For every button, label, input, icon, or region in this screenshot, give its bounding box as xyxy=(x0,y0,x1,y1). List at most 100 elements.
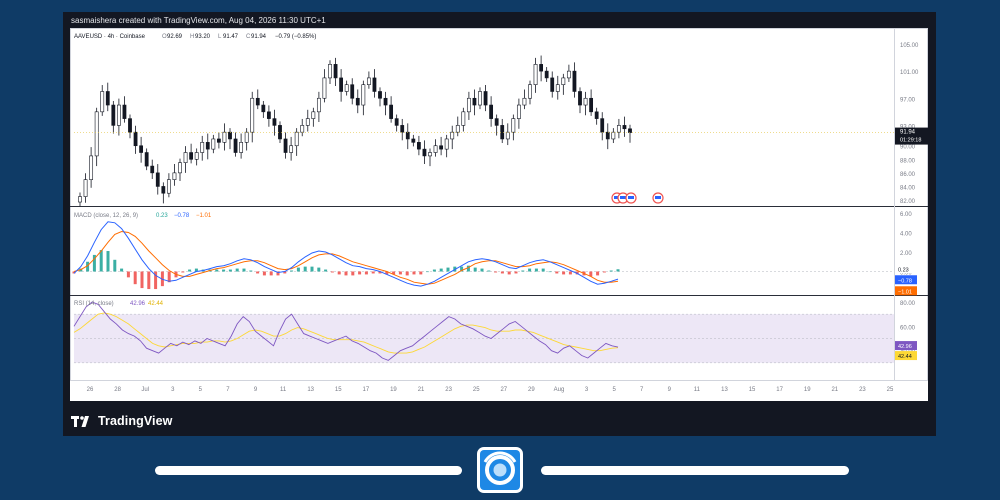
candle xyxy=(233,138,238,153)
candle xyxy=(361,84,366,106)
candle xyxy=(483,91,488,106)
chart-svg[interactable]: 105.00101.0097.0093.0090.0088.0086.0084.… xyxy=(70,28,928,401)
macd-histogram-bar xyxy=(432,269,436,272)
candle xyxy=(155,172,160,187)
macd-histogram-bar xyxy=(405,271,409,276)
time-axis-label: 28 xyxy=(114,387,121,393)
tradingview-wordmark: TradingView xyxy=(98,414,173,428)
candle xyxy=(116,104,121,126)
candle xyxy=(422,148,427,157)
price-axis-tick: 84.00 xyxy=(900,185,916,191)
candle xyxy=(489,104,494,119)
macd-histogram-bar xyxy=(521,270,525,272)
rsi-axis-tick: 80.00 xyxy=(900,301,916,307)
macd-histogram-bar xyxy=(514,271,518,274)
last-price-label: 91.94 xyxy=(900,130,916,136)
candle xyxy=(511,118,516,133)
candle xyxy=(355,97,360,106)
tradingview-logo-icon xyxy=(71,415,89,427)
candle xyxy=(89,155,94,180)
macd-histogram-bar xyxy=(426,271,430,273)
candle xyxy=(339,77,344,92)
candle xyxy=(450,131,455,140)
macd-histogram-bar xyxy=(235,268,239,272)
candle xyxy=(466,97,471,113)
candle xyxy=(289,145,294,153)
time-axis-label: 9 xyxy=(254,387,258,393)
macd-histogram-bar xyxy=(324,269,328,272)
macd-histogram-bar xyxy=(500,271,504,274)
candle xyxy=(394,118,399,126)
macd-histogram-bar xyxy=(120,268,124,272)
time-axis-label: 13 xyxy=(721,387,728,393)
price-axis-tick: 101.00 xyxy=(900,70,919,76)
tradingview-screenshot: sasmaishera created with TradingView.com… xyxy=(63,12,936,436)
time-axis-label: 25 xyxy=(473,387,480,393)
candle xyxy=(461,111,466,126)
candle xyxy=(622,125,627,130)
candle xyxy=(172,172,177,180)
candle xyxy=(372,77,377,92)
candle xyxy=(528,84,532,99)
price-axis-tick: 97.00 xyxy=(900,97,916,103)
time-axis-label: 21 xyxy=(418,387,425,393)
price-axis-tick: 105.00 xyxy=(900,43,919,49)
macd-histogram-bar xyxy=(290,270,294,272)
macd-axis-tick: 4.00 xyxy=(900,232,912,238)
candle xyxy=(555,84,560,92)
candle xyxy=(333,64,338,79)
candle xyxy=(178,162,182,174)
candle xyxy=(344,84,349,92)
candle xyxy=(533,64,538,85)
candle xyxy=(300,125,305,133)
progress-bar-right xyxy=(541,466,849,475)
app-logo-icon xyxy=(477,447,523,493)
candle xyxy=(150,165,155,174)
macd-histogram-bar xyxy=(358,271,362,275)
candle xyxy=(416,142,421,150)
candle xyxy=(378,91,382,99)
candle xyxy=(433,145,438,153)
candle xyxy=(505,131,510,140)
candle xyxy=(516,104,521,119)
snapshot-credit: sasmaishera created with TradingView.com… xyxy=(71,16,326,25)
price-axis-tick: 88.00 xyxy=(900,158,916,164)
candle xyxy=(189,152,194,160)
macd-histogram-bar xyxy=(249,270,253,272)
candle xyxy=(322,77,327,99)
candle xyxy=(272,118,277,126)
candle xyxy=(228,131,232,140)
macd-histogram-bar xyxy=(494,271,498,273)
chart-area[interactable]: 105.00 101.00 97.00 93.00 90.00 88.00 86.00 84.… xyxy=(70,28,928,401)
macd-value-label: −1.01 xyxy=(898,289,912,295)
candle xyxy=(316,97,321,113)
candle xyxy=(611,131,616,140)
candle xyxy=(255,97,260,106)
candle xyxy=(128,118,132,133)
candle xyxy=(239,142,244,153)
candle xyxy=(283,138,288,153)
candle xyxy=(350,84,355,99)
price-axis-tick: 90.00 xyxy=(900,145,916,151)
macd-histogram-bar xyxy=(473,267,477,272)
candle xyxy=(600,118,605,133)
candle xyxy=(439,145,444,150)
macd-histogram-bar xyxy=(222,269,226,272)
macd-histogram-bar xyxy=(296,267,300,272)
candle xyxy=(328,64,332,79)
macd-histogram-bar xyxy=(364,271,368,275)
macd-histogram-bar xyxy=(541,268,545,272)
macd-histogram-bar xyxy=(446,267,450,272)
time-axis-label: Jul xyxy=(141,387,149,393)
candle xyxy=(100,91,105,113)
macd-histogram-bar xyxy=(609,270,613,272)
candle xyxy=(444,138,449,150)
candle xyxy=(400,125,405,133)
price-change: −0.79 (−0.85%) xyxy=(275,34,316,40)
rsi-legend-title: RSI (14, close) xyxy=(74,301,114,307)
candle xyxy=(405,131,410,140)
time-axis-label: 25 xyxy=(887,387,894,393)
time-axis-label: 23 xyxy=(859,387,866,393)
macd-hist-value: 0.23 xyxy=(156,213,168,219)
macd-value-label: 0.23 xyxy=(898,267,909,273)
